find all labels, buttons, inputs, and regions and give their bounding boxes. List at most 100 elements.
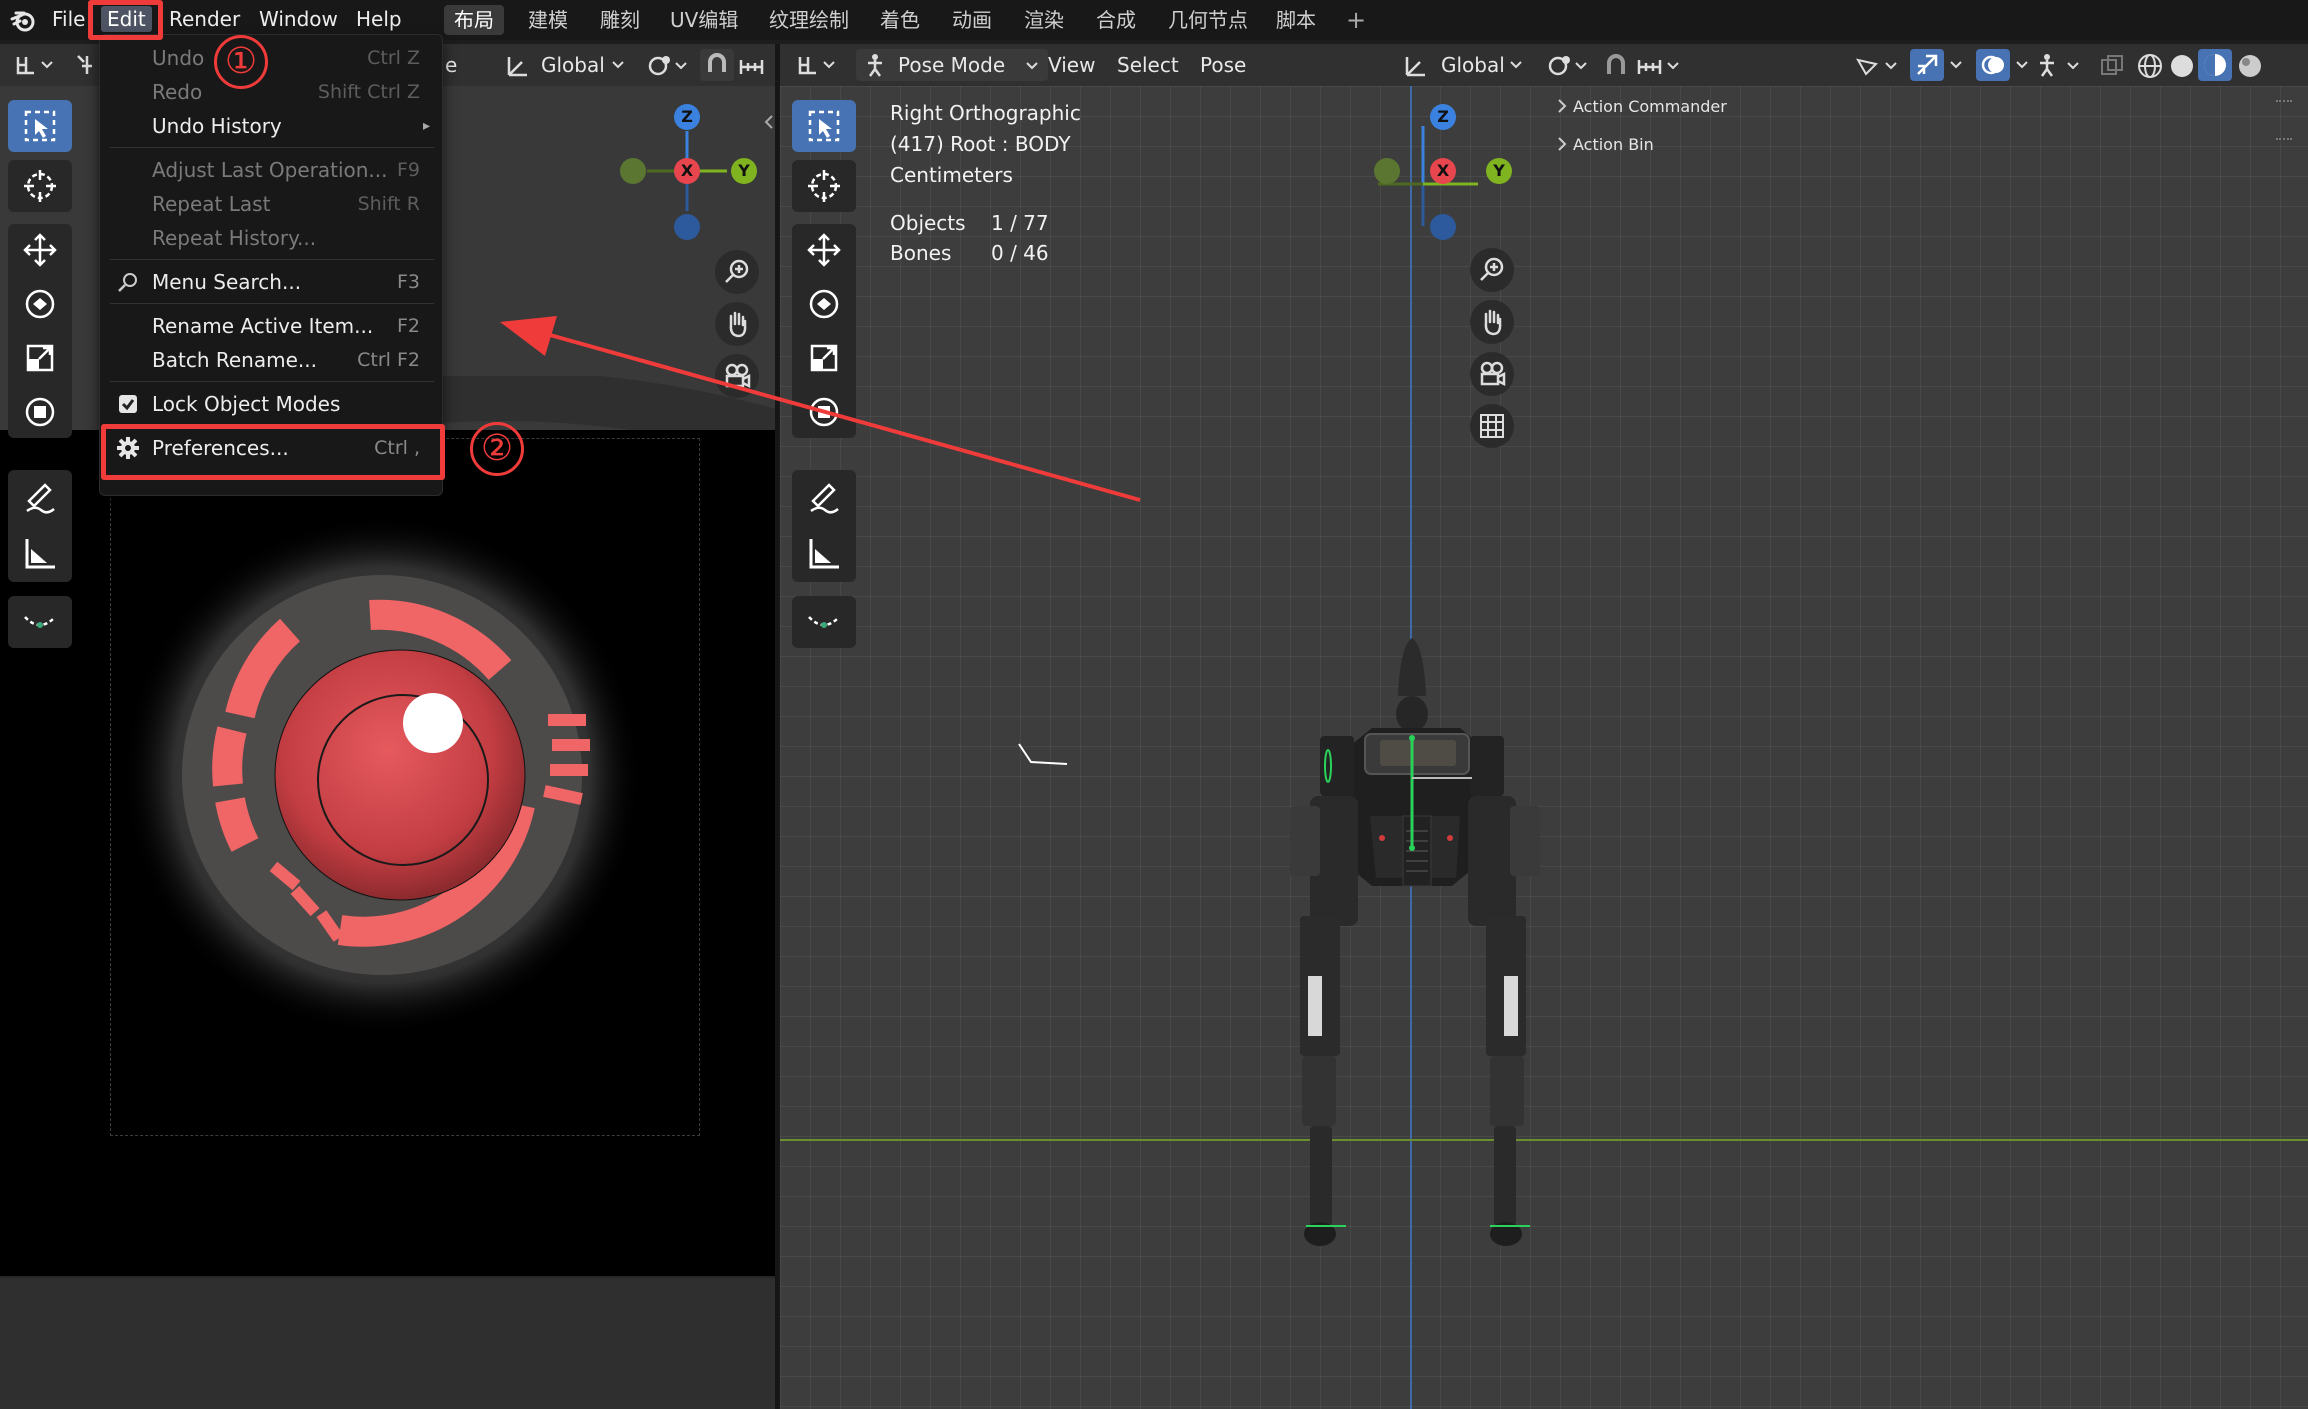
shading-wireframe-icon[interactable] <box>2136 52 2164 80</box>
tab-texture-paint[interactable]: 纹理绘制 <box>759 5 859 35</box>
chevron-down-icon <box>612 61 624 69</box>
editor-type-icon[interactable] <box>794 51 838 79</box>
tool-measure[interactable] <box>792 528 856 580</box>
chevron-down-icon[interactable] <box>1948 57 1964 73</box>
xray-toggle-icon[interactable] <box>2098 52 2126 80</box>
gizmo-toggle[interactable] <box>1910 49 1944 81</box>
pose-breakdown-icon <box>808 616 840 628</box>
snap-increment-icon[interactable] <box>738 54 770 78</box>
tool-rotate[interactable] <box>8 278 72 330</box>
menu-render[interactable]: Render <box>169 6 240 32</box>
chevron-down-icon[interactable] <box>2014 57 2030 73</box>
gizmo-x-axis[interactable]: X <box>674 158 700 184</box>
menu-item-redo[interactable]: Redo Shift Ctrl Z <box>100 75 444 109</box>
tool-move[interactable] <box>792 224 856 276</box>
menu-item-rename-active-item[interactable]: Rename Active Item... F2 <box>100 309 444 343</box>
menu-item-repeat-last[interactable]: Repeat Last Shift R <box>100 187 444 221</box>
tab-shading[interactable]: 着色 <box>870 5 930 35</box>
zoom-button[interactable] <box>715 250 759 294</box>
tab-sculpting[interactable]: 雕刻 <box>590 5 650 35</box>
tab-rendering[interactable]: 渲染 <box>1014 5 1074 35</box>
chevron-right-icon[interactable] <box>1555 98 1569 114</box>
tool-pose-relax[interactable] <box>792 596 856 648</box>
chevron-left-icon[interactable] <box>763 114 775 130</box>
mode-dropdown[interactable]: Pose Mode <box>856 49 1048 81</box>
tab-animation[interactable]: 动画 <box>942 5 1002 35</box>
menu-item-batch-rename[interactable]: Batch Rename... Ctrl F2 <box>100 343 444 377</box>
tab-uv-editing[interactable]: UV编辑 <box>660 5 748 35</box>
gizmo-x-axis[interactable]: X <box>1430 158 1456 184</box>
menu-pose[interactable]: Pose <box>1200 52 1246 78</box>
zoom-button[interactable] <box>1470 248 1514 292</box>
move-icon <box>807 233 841 267</box>
orientation-dropdown[interactable]: Global <box>1441 52 1505 78</box>
menu-item-shortcut: Ctrl F2 <box>357 349 420 371</box>
magnet-icon[interactable] <box>1602 52 1630 80</box>
gizmo-neg-z-axis[interactable] <box>1430 214 1456 240</box>
tab-compositing[interactable]: 合成 <box>1086 5 1146 35</box>
menu-select[interactable]: Select <box>1117 52 1179 78</box>
menu-item-label: Undo History <box>152 114 282 138</box>
checkbox-checked-icon[interactable] <box>116 392 140 416</box>
menu-item-undo[interactable]: Undo Ctrl Z <box>100 41 444 75</box>
drag-handle-icon[interactable] <box>2276 100 2292 106</box>
menu-item-undo-history[interactable]: Undo History ▸ <box>100 109 444 143</box>
editor-type-icon[interactable] <box>12 51 56 79</box>
perspective-toggle-button[interactable] <box>1470 404 1514 448</box>
menu-item-adjust-last-operation[interactable]: Adjust Last Operation... F9 <box>100 153 444 187</box>
tab-modeling[interactable]: 建模 <box>518 5 578 35</box>
shading-material-toggle[interactable] <box>2198 49 2232 81</box>
camera-view-button[interactable] <box>1470 352 1514 396</box>
pivot-point-icon[interactable] <box>646 52 690 80</box>
tool-cursor[interactable] <box>8 160 72 212</box>
tool-move[interactable] <box>8 224 72 276</box>
tab-layout[interactable]: 布局 <box>444 5 504 35</box>
gizmo-neg-z-axis[interactable] <box>674 214 700 240</box>
menu-window[interactable]: Window <box>259 6 338 32</box>
tab-scripting[interactable]: 脚本 <box>1266 5 1326 35</box>
menu-item-repeat-history[interactable]: Repeat History... <box>100 221 444 255</box>
drag-handle-icon[interactable] <box>2276 138 2292 144</box>
tool-transform[interactable] <box>8 386 72 438</box>
visibility-selectability-icon[interactable] <box>1854 52 1902 80</box>
gizmo-neg-y-axis[interactable] <box>1374 158 1400 184</box>
panel-action-commander[interactable]: Action Commander <box>1573 97 1727 116</box>
menu-view[interactable]: View <box>1048 52 1095 78</box>
overlays-toggle[interactable] <box>1976 49 2010 81</box>
bone-overlay-icon[interactable] <box>2034 52 2084 80</box>
gizmo-z-axis[interactable]: Z <box>1430 104 1456 130</box>
tab-geometry-nodes[interactable]: 几何节点 <box>1158 5 1258 35</box>
tool-annotate[interactable] <box>8 472 72 524</box>
3d-viewport[interactable]: Right Orthographic (417) Root : BODY Cen… <box>780 86 2308 1409</box>
tool-scale[interactable] <box>8 332 72 384</box>
robot-dog-model[interactable] <box>1220 616 1600 1256</box>
tool-pose-relax[interactable] <box>8 596 72 648</box>
tool-cursor[interactable] <box>792 160 856 212</box>
menu-file[interactable]: File <box>52 6 85 32</box>
tool-select-box[interactable] <box>792 100 856 152</box>
tool-select-box[interactable] <box>8 100 72 152</box>
tool-measure[interactable] <box>8 528 72 580</box>
snap-increment-icon[interactable] <box>1636 54 1682 78</box>
search-icon <box>118 273 137 292</box>
gizmo-neg-y-axis[interactable] <box>620 158 646 184</box>
left-header-partial-label: e <box>445 53 458 77</box>
select-box-icon <box>24 110 56 142</box>
panel-action-bin[interactable]: Action Bin <box>1573 135 1654 154</box>
menu-item-lock-object-modes[interactable]: Lock Object Modes <box>100 387 444 421</box>
pivot-point-icon[interactable] <box>1546 52 1590 80</box>
chevron-right-icon[interactable] <box>1555 136 1569 152</box>
bones-stat-value: 0 / 46 <box>991 241 1049 265</box>
pan-button[interactable] <box>1470 300 1514 344</box>
shading-rendered-icon[interactable] <box>2236 52 2264 80</box>
menu-item-menu-search[interactable]: Menu Search... F3 <box>100 265 444 299</box>
left-orientation-dropdown[interactable]: Global <box>541 52 605 78</box>
menu-help[interactable]: Help <box>356 6 402 32</box>
snap-toggle[interactable] <box>700 49 734 81</box>
add-workspace-button[interactable]: + <box>1336 5 1376 35</box>
pose-tool-icon[interactable] <box>74 52 100 78</box>
shading-solid-icon[interactable] <box>2168 52 2196 80</box>
blender-logo-icon[interactable] <box>10 7 36 33</box>
gizmo-y-axis[interactable]: Y <box>1486 158 1512 184</box>
gizmo-y-axis[interactable]: Y <box>731 158 757 184</box>
